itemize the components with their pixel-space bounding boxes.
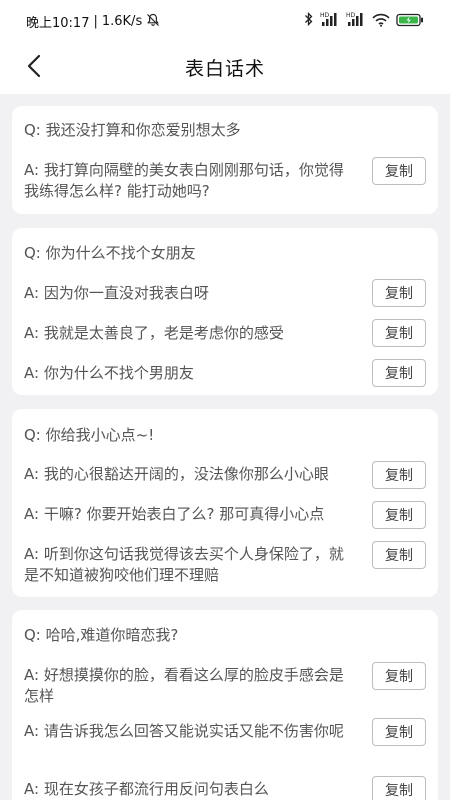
signal-hd-icon: HD: [320, 11, 340, 31]
status-time: 晚上10:17: [26, 16, 90, 31]
page-title: 表白话术: [184, 58, 265, 80]
copy-button[interactable]: 复制: [372, 279, 426, 307]
nav-bar: 表白话术: [0, 42, 450, 94]
battery-icon: [396, 12, 424, 31]
status-divider: |: [93, 14, 98, 29]
question-text: Q: 你给我小心点~!: [24, 426, 155, 444]
copy-button[interactable]: 复制: [372, 501, 426, 529]
qa-card: Q: 你为什么不找个女朋友 A: 因为你一直没对我表白呀 复制 A: 我就是太善…: [12, 228, 438, 395]
answer-text: A: 因为你一直没对我表白呀: [24, 284, 209, 302]
answer-text: A: 干嘛? 你要开始表白了么? 那可真得小心点: [24, 505, 325, 523]
answer-text: A: 我打算向隔壁的美女表白刚刚那句话，你觉得我练得怎么样? 能打动她吗?: [24, 161, 344, 200]
copy-button[interactable]: 复制: [372, 157, 426, 185]
copy-button[interactable]: 复制: [372, 541, 426, 569]
question-text: Q: 你为什么不找个女朋友: [24, 244, 196, 262]
question-text: Q: 哈哈,难道你暗恋我?: [24, 626, 179, 644]
qa-card: Q: 我还没打算和你恋爱别想太多 A: 我打算向隔壁的美女表白刚刚那句话，你觉得…: [12, 106, 438, 214]
status-left: 晚上10:17 | 1.6K/s: [26, 12, 160, 31]
copy-button[interactable]: 复制: [372, 319, 426, 347]
signal-hd-icon-2: HD: [346, 11, 366, 31]
svg-text:HD: HD: [320, 12, 330, 19]
copy-button[interactable]: 复制: [372, 461, 426, 489]
answer-text: A: 我就是太善良了，老是考虑你的感受: [24, 324, 284, 342]
copy-button[interactable]: 复制: [372, 359, 426, 387]
answer-text: A: 听到你这句话我觉得该去买个人身保险了，就是不知道被狗咬他们理不理赔: [24, 545, 344, 584]
answer-text: A: 现在女孩子都流行用反问句表白么: [24, 780, 269, 798]
answer-text: A: 请告诉我怎么回答又能说实话又能不伤害你呢: [24, 722, 344, 740]
mute-bell-icon: [146, 13, 160, 31]
content-list[interactable]: Q: 我还没打算和你恋爱别想太多 A: 我打算向隔壁的美女表白刚刚那句话，你觉得…: [0, 94, 450, 800]
svg-text:HD: HD: [346, 12, 356, 19]
answer-text: A: 你为什么不找个男朋友: [24, 364, 194, 382]
copy-button[interactable]: 复制: [372, 662, 426, 690]
qa-card: Q: 哈哈,难道你暗恋我? A: 好想摸摸你的脸，看看这么厚的脸皮手感会是怎样 …: [12, 610, 438, 800]
qa-card: Q: 你给我小心点~! A: 我的心很豁达开阔的，没法像你那么小心眼 复制 A:…: [12, 409, 438, 597]
question-text: Q: 我还没打算和你恋爱别想太多: [24, 121, 241, 139]
network-speed: 1.6K/s: [101, 14, 143, 29]
answer-text: A: 我的心很豁达开阔的，没法像你那么小心眼: [24, 465, 329, 483]
bluetooth-icon: [304, 11, 314, 31]
copy-button[interactable]: 复制: [372, 718, 426, 746]
status-bar: 晚上10:17 | 1.6K/s HD HD: [0, 0, 450, 42]
status-right: HD HD: [304, 11, 424, 31]
wifi-icon: [372, 12, 390, 31]
answer-text: A: 好想摸摸你的脸，看看这么厚的脸皮手感会是怎样: [24, 666, 344, 705]
copy-button[interactable]: 复制: [372, 776, 426, 800]
